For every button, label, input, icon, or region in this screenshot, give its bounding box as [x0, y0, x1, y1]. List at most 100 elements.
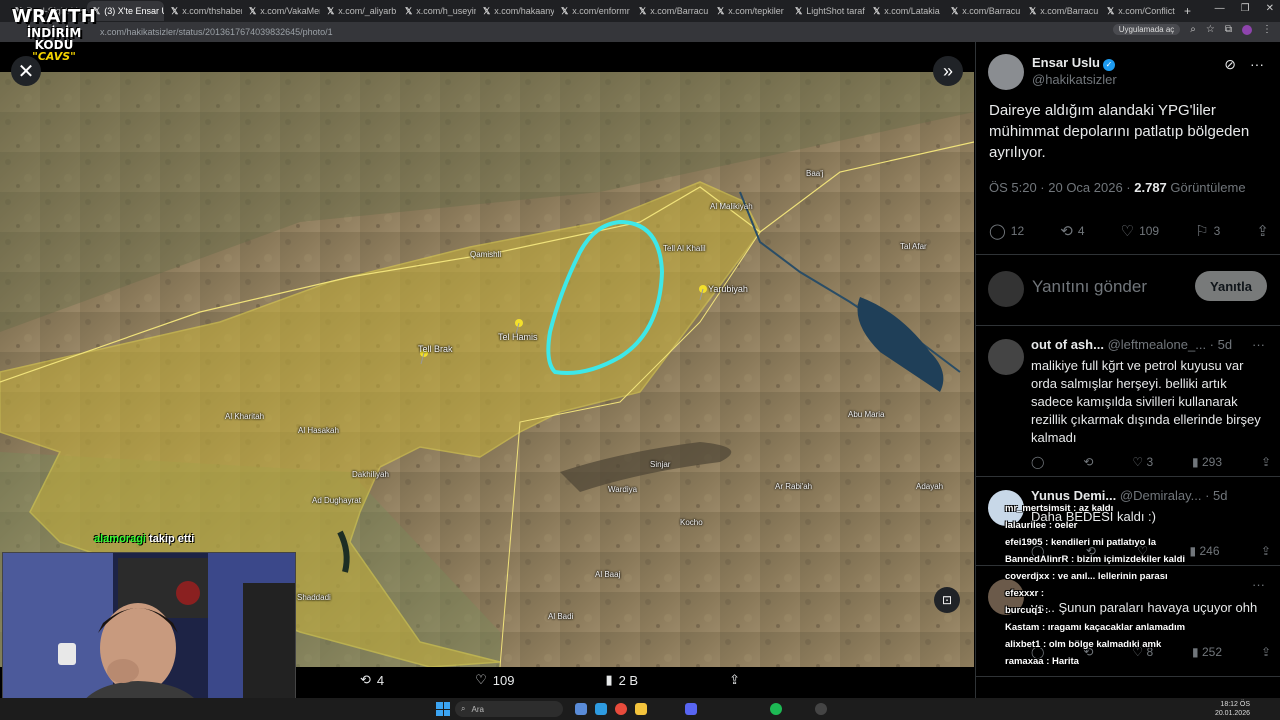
share-button[interactable]: ⇪: [1256, 222, 1269, 240]
brand-line-3: "CAVS": [32, 50, 76, 63]
browser-tab[interactable]: 𝕏x.com/Latakia✕: [867, 1, 944, 21]
tab-label: x.com/enformr: [572, 6, 630, 16]
edge-browser-icon[interactable]: [595, 703, 607, 715]
browser-tab[interactable]: 𝕏x.com/tepkiler✕: [711, 1, 788, 21]
more-options-icon[interactable]: ···: [1252, 337, 1265, 352]
browser-tab[interactable]: 𝕏x.com/VakaMer✕: [243, 1, 320, 21]
file-explorer-icon[interactable]: [635, 703, 647, 715]
avatar[interactable]: [988, 339, 1024, 375]
taskbar-search-input[interactable]: ⌕ Ara: [455, 701, 563, 717]
windows-taskbar: ⌕ Ara 18:12 ÖS 20.01.2026: [0, 698, 1280, 720]
browser-tab[interactable]: 𝕏x.com/Barracu✕: [1023, 1, 1100, 21]
grok-icon[interactable]: ⊘: [1224, 56, 1236, 73]
browser-tab-bar: 𝕏Real-Sight Live✕𝕏(3) X'te Ensar U✕𝕏x.co…: [0, 0, 1280, 22]
close-window-icon[interactable]: ✕: [1266, 3, 1274, 14]
browser-tab[interactable]: 𝕏x.com/Barracu✕: [633, 1, 710, 21]
author-handle[interactable]: @hakikatsizler: [1032, 72, 1117, 87]
taskbar-search-label: Ara: [471, 704, 484, 714]
browser-tab[interactable]: 𝕏x.com/thshaber✕: [165, 1, 242, 21]
bookmark-count: 3: [1213, 224, 1221, 238]
reply-icon[interactable]: ◯: [1031, 455, 1044, 469]
reply-submit-button[interactable]: Yanıtla: [1195, 271, 1267, 301]
discord-icon[interactable]: [685, 703, 697, 715]
avatar[interactable]: [988, 54, 1024, 90]
reply-views-count: 293: [1201, 455, 1223, 469]
map-place-label: Ad Dughayrat: [312, 496, 361, 505]
more-options-icon[interactable]: ···: [1250, 56, 1264, 73]
tab-label: x.com/h_useyin: [416, 6, 476, 16]
map-place-label: Qamishli: [470, 250, 502, 259]
browser-tab[interactable]: 𝕏x.com/hakaany✕: [477, 1, 554, 21]
expand-sidebar-icon[interactable]: »: [933, 56, 963, 86]
menu-icon[interactable]: ⋮: [1262, 24, 1272, 35]
bookmark-star-icon[interactable]: ☆: [1206, 24, 1215, 35]
tab-label: x.com/Barracu: [1040, 6, 1099, 16]
map-place-label: Tell Brak: [418, 344, 453, 354]
zoom-icon[interactable]: ⌕: [1190, 24, 1196, 35]
tab-label: x.com/Barracu: [962, 6, 1021, 16]
url-text[interactable]: x.com/hakikatsizler/status/2013617674039…: [100, 27, 333, 37]
profile-icon[interactable]: [1242, 24, 1252, 35]
browser-tab[interactable]: 𝕏x.com/h_useyin✕: [399, 1, 476, 21]
viewer-views-button[interactable]: ▮ 2 B: [605, 672, 638, 688]
browser-tab[interactable]: 𝕏x.com/Barracu✕: [945, 1, 1022, 21]
author-name[interactable]: Ensar Uslu: [1032, 55, 1100, 70]
chat-message: mr_mertsimsit : az kaldı: [1005, 503, 1114, 514]
tabs-container: 𝕏Real-Sight Live✕𝕏(3) X'te Ensar U✕𝕏x.co…: [0, 1, 1178, 21]
reply-input[interactable]: Yanıtını gönder: [1032, 277, 1147, 297]
open-in-app-button[interactable]: Uygulamada aç: [1112, 24, 1181, 35]
tweet-views-count: 2.787: [1134, 180, 1167, 195]
analytics-icon: ▮: [605, 672, 613, 687]
retweet-count: 4: [1077, 224, 1085, 238]
bookmark-button[interactable]: ⚐ 3: [1195, 222, 1220, 240]
like-button[interactable]: ♡ 109: [1121, 222, 1159, 240]
browser-tab[interactable]: 𝕏x.com/Conflict✕: [1101, 1, 1178, 21]
obs-icon[interactable]: [815, 703, 827, 715]
reply-author-handle[interactable]: @leftmealone_... · 5d: [1108, 337, 1232, 352]
retweet-icon: ⟲: [1060, 223, 1073, 240]
tweet-time[interactable]: ÖS 5:20 · 20 Oca 2026 ·: [989, 180, 1134, 195]
reply-author-name[interactable]: out of ash...: [1031, 337, 1104, 352]
reply-button[interactable]: ◯ 12: [989, 222, 1024, 240]
chat-message: efexxxr :: [1005, 588, 1045, 599]
map-place-label: Al Kharitah: [225, 412, 265, 421]
views-button[interactable]: ▮ 293: [1192, 455, 1222, 469]
viewer-like-button[interactable]: ♡ 109: [475, 672, 514, 688]
start-menu-icon[interactable]: [436, 702, 450, 716]
viewer-retweet-button[interactable]: ⟲ 4: [360, 672, 384, 688]
chat-message: alixbet1 : olm bölge kalmadıki amk: [1005, 639, 1162, 650]
map-place-label: Wardiya: [608, 485, 638, 494]
task-view-icon[interactable]: [575, 703, 587, 715]
reply-actions: ◯ ⟲ ♡ 3 ▮ 293 ⇪: [1031, 455, 1271, 469]
reply-item[interactable]: out of ash... @leftmealone_... · 5d ··· …: [976, 327, 1280, 477]
retweet-icon[interactable]: ⟲: [1083, 455, 1093, 469]
browser-tab[interactable]: 𝕏x.com/_aliyarb✕: [321, 1, 398, 21]
browser-tab[interactable]: 𝕏x.com/enformr✕: [555, 1, 632, 21]
spotify-icon[interactable]: [770, 703, 782, 715]
extensions-icon[interactable]: ⧉: [1225, 24, 1232, 35]
system-clock[interactable]: 18:12 ÖS 20.01.2026: [1215, 700, 1250, 718]
viewer-share-button[interactable]: ⇪: [729, 672, 740, 688]
new-tab-button[interactable]: +: [1184, 4, 1191, 18]
maximize-icon[interactable]: ❐: [1241, 3, 1250, 14]
tweet-author[interactable]: Ensar Uslu ✓ @hakikatsizler: [988, 54, 1117, 90]
share-icon: ⇪: [1256, 223, 1269, 240]
minimize-icon[interactable]: —: [1215, 3, 1225, 14]
x-logo-icon: 𝕏: [951, 5, 959, 16]
share-icon[interactable]: ⇪: [1261, 455, 1271, 469]
browser-tab[interactable]: 𝕏LightShot taraf✕: [789, 1, 866, 21]
follow-alert-text: takip etti: [149, 533, 195, 545]
tab-label: x.com/Conflict: [1118, 6, 1175, 16]
share-icon: ⇪: [729, 672, 740, 687]
like-button[interactable]: ♡ 3: [1132, 455, 1153, 469]
chrome-icon[interactable]: [615, 703, 627, 715]
map-place-label: Baa'j: [806, 169, 824, 178]
map-place-label: Al Badi: [548, 612, 574, 621]
address-bar[interactable]: x.com/hakikatsizler/status/2013617674039…: [0, 22, 1280, 42]
tab-label: x.com/Latakia: [884, 6, 940, 16]
retweet-button[interactable]: ⟲ 4: [1060, 222, 1084, 240]
x-logo-icon: 𝕏: [795, 5, 803, 16]
image-alt-icon[interactable]: ⊡: [934, 587, 960, 613]
reply-header: out of ash... @leftmealone_... · 5d: [1031, 337, 1232, 352]
tab-label: x.com/hakaany: [494, 6, 554, 16]
